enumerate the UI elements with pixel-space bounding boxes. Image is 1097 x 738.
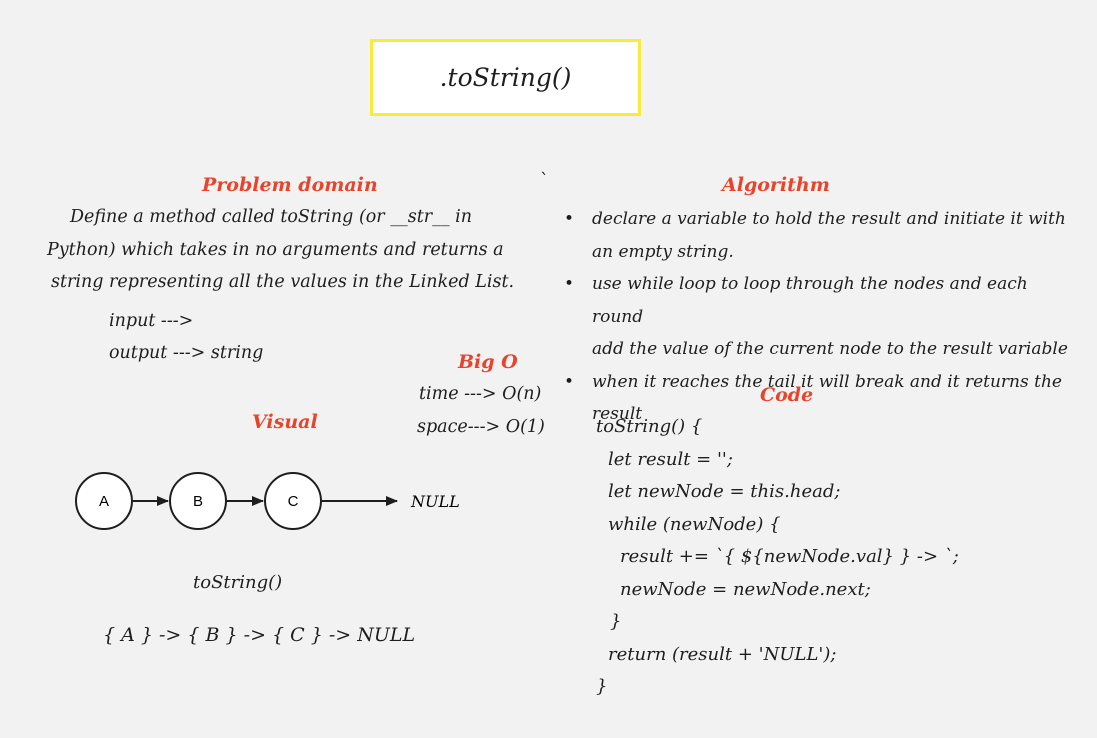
- space-complexity: space---> O(1): [417, 417, 545, 437]
- algorithm-heading: Algorithm: [722, 174, 830, 196]
- algorithm-steps: declare a variable to hold the result an…: [562, 203, 1072, 431]
- linked-list-diagram: A B C NULL: [75, 472, 460, 530]
- step-2-line-2: add the value of the current node to the…: [592, 339, 1068, 359]
- step-1-line-1: declare a variable to hold the result an…: [592, 209, 1066, 229]
- method-label: toString(): [193, 572, 283, 593]
- node-a: A: [75, 472, 133, 530]
- node-c: C: [264, 472, 322, 530]
- step-2-line-1: use while loop to loop through the nodes…: [592, 274, 1028, 327]
- code-line: result += `{ ${newNode.val} } -> `;: [620, 546, 959, 567]
- output-line: output ---> string: [109, 343, 264, 363]
- tick-mark: `: [540, 170, 549, 191]
- code-line: }: [610, 611, 622, 632]
- code-line: while (newNode) {: [608, 514, 781, 535]
- visual-heading: Visual: [252, 411, 318, 433]
- problem-line-3: string representing all the values in th…: [51, 272, 515, 292]
- input-line: input --->: [109, 311, 194, 331]
- problem-line-2: Python) which takes in no arguments and …: [47, 240, 504, 260]
- code-line: let result = '';: [608, 449, 733, 470]
- node-a-label: A: [99, 493, 109, 510]
- code-heading: Code: [760, 384, 814, 406]
- code-line: let newNode = this.head;: [608, 481, 841, 502]
- algorithm-step: use while loop to loop through the nodes…: [562, 268, 1072, 366]
- code-line: toString() {: [596, 416, 703, 437]
- title-box: .toString(): [370, 39, 641, 116]
- code-line: newNode = newNode.next;: [620, 579, 871, 600]
- time-complexity: time ---> O(n): [419, 384, 542, 404]
- big-o-heading: Big O: [458, 351, 518, 373]
- algorithm-step: declare a variable to hold the result an…: [562, 203, 1072, 268]
- null-label: NULL: [410, 492, 460, 511]
- step-3-line-1: when it reaches the tail it will break a…: [592, 371, 1062, 392]
- result-example: { A } -> { B } -> { C } -> NULL: [103, 624, 416, 646]
- node-b: B: [169, 472, 227, 530]
- problem-domain-heading: Problem domain: [202, 174, 378, 196]
- node-b-label: B: [193, 493, 203, 510]
- node-c-label: C: [288, 493, 299, 510]
- problem-line-1: Define a method called toString (or __st…: [70, 207, 473, 227]
- code-line: return (result + 'NULL');: [608, 644, 837, 665]
- step-1-line-2: an empty string.: [592, 241, 734, 262]
- page-title: .toString(): [439, 63, 572, 92]
- code-line: }: [596, 676, 608, 697]
